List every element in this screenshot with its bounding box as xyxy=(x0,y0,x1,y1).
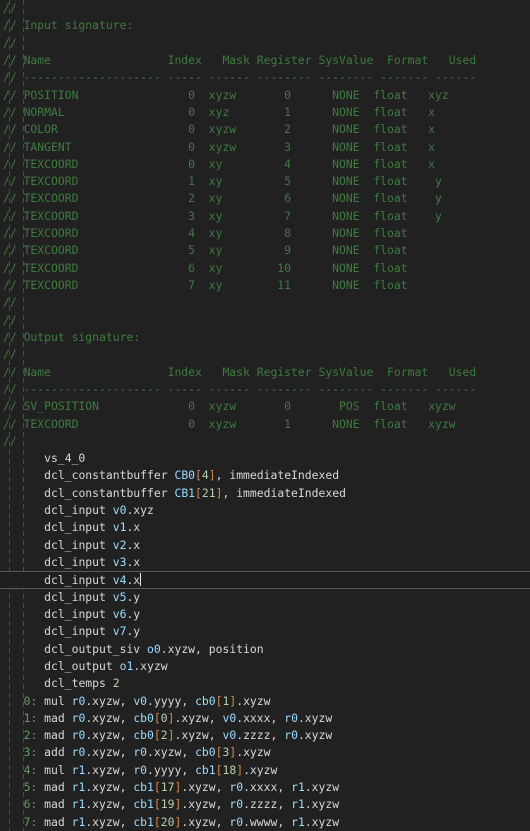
declaration-line[interactable]: dcl_input v2.x xyxy=(0,537,530,554)
comment-blank[interactable]: // xyxy=(0,433,530,450)
declaration-line[interactable]: dcl_input v4.x xyxy=(0,571,530,589)
input-signature-row[interactable]: // TEXCOORD 7 xy 11 NONE float xyxy=(0,277,530,294)
instruction-line[interactable]: 4: mul r1.xyzw, r0.yyyy, cb1[18].xyzw xyxy=(0,762,530,779)
code-content[interactable]: //// Input signature://// Name Index Mas… xyxy=(0,0,530,831)
input-signature-row[interactable]: // TEXCOORD 0 xy 4 NONE float x xyxy=(0,156,530,173)
input-signature-row[interactable]: // TEXCOORD 3 xy 7 NONE float y xyxy=(0,208,530,225)
declaration-line[interactable]: dcl_input v0.xyz xyxy=(0,502,530,519)
code-editor[interactable]: //// Input signature://// Name Index Mas… xyxy=(0,0,530,831)
comment-blank[interactable]: // xyxy=(0,35,530,52)
comment-blank[interactable]: // xyxy=(0,0,530,17)
declaration-line[interactable]: dcl_output_siv o0.xyzw, position xyxy=(0,641,530,658)
instruction-line[interactable]: 1: mad r0.xyzw, cb0[0].xyzw, v0.xxxx, r0… xyxy=(0,710,530,727)
input-signature-row[interactable]: // TEXCOORD 2 xy 6 NONE float y xyxy=(0,190,530,207)
declaration-line[interactable]: dcl_input v5.y xyxy=(0,589,530,606)
output-signature-row[interactable]: // TEXCOORD 0 xyzw 1 NONE float xyzw xyxy=(0,416,530,433)
input-signature-row[interactable]: // TEXCOORD 1 xy 5 NONE float y xyxy=(0,173,530,190)
input-signature-row[interactable]: // TEXCOORD 5 xy 9 NONE float xyxy=(0,242,530,259)
input-signature-label[interactable]: // Input signature: xyxy=(0,17,530,34)
instruction-line[interactable]: 2: mad r0.xyzw, cb0[2].xyzw, v0.zzzz, r0… xyxy=(0,727,530,744)
output-signature-label[interactable]: // Output signature: xyxy=(0,329,530,346)
instruction-line[interactable]: 3: add r0.xyzw, r0.xyzw, cb0[3].xyzw xyxy=(0,744,530,761)
input-signature-row[interactable]: // COLOR 0 xyzw 2 NONE float x xyxy=(0,121,530,138)
declaration-line[interactable]: dcl_input v6.y xyxy=(0,606,530,623)
comment-blank[interactable]: // xyxy=(0,346,530,363)
input-signature-row[interactable]: // TANGENT 0 xyzw 3 NONE float x xyxy=(0,139,530,156)
output-signature-header[interactable]: // Name Index Mask Register SysValue For… xyxy=(0,364,530,381)
comment-blank[interactable]: // xyxy=(0,312,530,329)
input-signature-row[interactable]: // TEXCOORD 6 xy 10 NONE float xyxy=(0,260,530,277)
comment-blank[interactable]: // xyxy=(0,294,530,311)
declaration-line[interactable]: dcl_output o1.xyzw xyxy=(0,658,530,675)
input-signature-row[interactable]: // NORMAL 0 xyz 1 NONE float x xyxy=(0,104,530,121)
declaration-line[interactable]: dcl_constantbuffer CB0[4], immediateInde… xyxy=(0,467,530,484)
instruction-line[interactable]: 6: mad r1.xyzw, cb1[19].xyzw, r0.zzzz, r… xyxy=(0,796,530,813)
declaration-line[interactable]: dcl_input v3.x xyxy=(0,554,530,571)
instruction-line[interactable]: 7: mad r1.xyzw, cb1[20].xyzw, r0.wwww, r… xyxy=(0,814,530,831)
input-signature-row[interactable]: // TEXCOORD 4 xy 8 NONE float xyxy=(0,225,530,242)
output-signature-row[interactable]: // SV_POSITION 0 xyzw 0 POS float xyzw xyxy=(0,398,530,415)
instruction-line[interactable]: 5: mad r1.xyzw, cb1[17].xyzw, r0.xxxx, r… xyxy=(0,779,530,796)
input-signature-header[interactable]: // Name Index Mask Register SysValue For… xyxy=(0,52,530,69)
text-cursor xyxy=(140,573,142,587)
declaration-line[interactable]: dcl_constantbuffer CB1[21], immediateInd… xyxy=(0,485,530,502)
input-signature-row[interactable]: // POSITION 0 xyzw 0 NONE float xyz xyxy=(0,87,530,104)
declaration-line[interactable]: dcl_input v7.y xyxy=(0,623,530,640)
shader-profile[interactable]: vs_4_0 xyxy=(0,450,530,467)
input-signature-separator[interactable]: // -------------------- ----- ------ ---… xyxy=(0,69,530,86)
instruction-line[interactable]: 0: mul r0.xyzw, v0.yyyy, cb0[1].xyzw xyxy=(0,693,530,710)
declaration-line[interactable]: dcl_temps 2 xyxy=(0,675,530,692)
output-signature-separator[interactable]: // -------------------- ----- ------ ---… xyxy=(0,381,530,398)
declaration-line[interactable]: dcl_input v1.x xyxy=(0,519,530,536)
